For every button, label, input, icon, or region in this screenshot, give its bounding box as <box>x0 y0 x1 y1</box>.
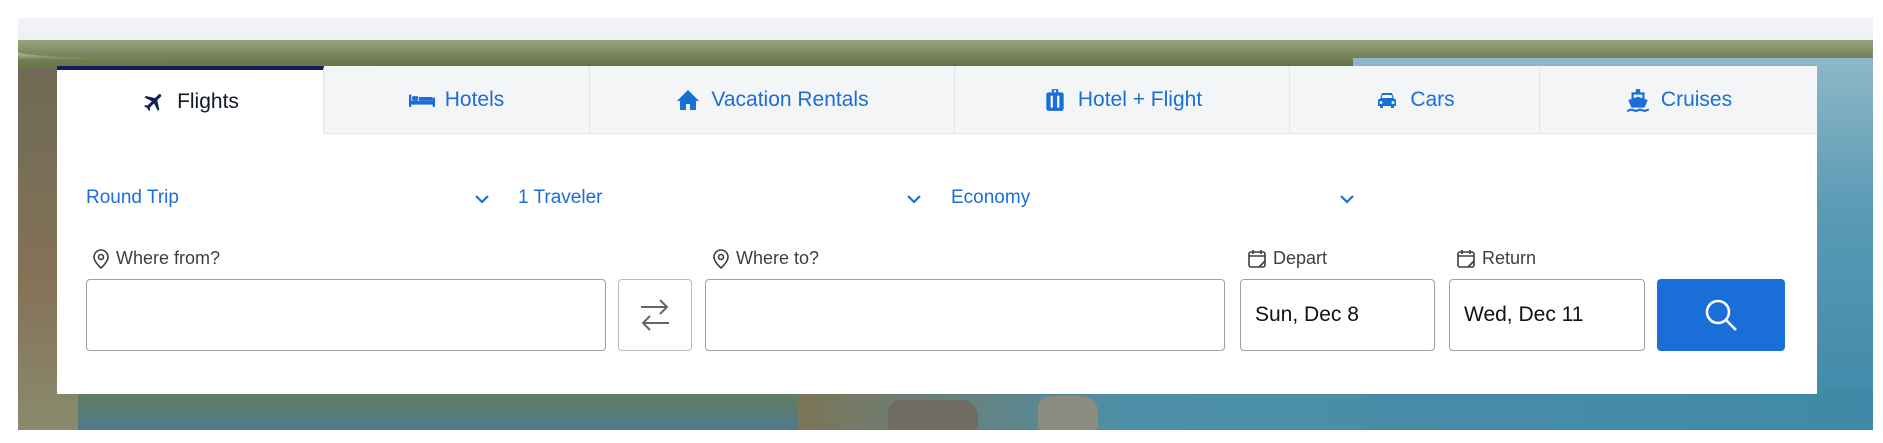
from-label-text: Where from? <box>116 248 221 268</box>
cabin-class-select[interactable]: Economy <box>951 178 1356 218</box>
tab-label: Flights <box>177 90 239 113</box>
trip-type-select[interactable]: Round Trip <box>86 178 491 218</box>
from-label: Where from? <box>92 248 220 269</box>
calendar-icon <box>1248 249 1266 268</box>
tab-label: Hotel + Flight <box>1077 87 1203 111</box>
return-label: Return <box>1456 248 1536 269</box>
search-icon <box>1705 299 1737 331</box>
tab-cruises[interactable]: Cruises <box>1540 66 1817 133</box>
tab-label: Cruises <box>1660 87 1733 111</box>
tab-hotel-flight[interactable]: Hotel + Flight <box>955 66 1290 133</box>
calendar-icon <box>1457 249 1475 268</box>
luggage-icon <box>1042 88 1068 112</box>
product-tabs: Flights Hotels Vacation Rentals Hotel + … <box>57 66 1817 134</box>
swap-locations-button[interactable] <box>618 279 692 351</box>
return-date-value: Wed, Dec 11 <box>1464 303 1584 326</box>
bed-icon <box>408 88 435 112</box>
airplane-icon <box>141 90 167 114</box>
tab-vacation-rentals[interactable]: Vacation Rentals <box>590 66 955 133</box>
return-label-text: Return <box>1482 248 1537 268</box>
tab-cars[interactable]: Cars <box>1290 66 1540 133</box>
tab-label: Cars <box>1410 87 1455 111</box>
search-button[interactable] <box>1657 279 1785 351</box>
tab-label: Hotels <box>444 87 505 111</box>
rock <box>888 400 978 430</box>
chevron-down-icon <box>907 195 921 204</box>
location-pin-icon <box>713 248 729 269</box>
location-pin-icon <box>93 248 109 269</box>
car-icon <box>1374 88 1400 112</box>
depart-label: Depart <box>1247 248 1327 269</box>
trip-type-value: Round Trip <box>86 187 179 208</box>
depart-date-field[interactable]: Sun, Dec 8 <box>1240 279 1435 351</box>
rock <box>1038 396 1098 430</box>
cabin-class-value: Economy <box>951 187 1031 208</box>
chevron-down-icon <box>1340 195 1354 204</box>
tab-hotels[interactable]: Hotels <box>324 66 590 133</box>
ship-icon <box>1625 88 1651 112</box>
travelers-value: 1 Traveler <box>518 187 603 208</box>
flight-search-panel: Flights Hotels Vacation Rentals Hotel + … <box>57 66 1817 394</box>
to-label: Where to? <box>712 248 819 269</box>
depart-label-text: Depart <box>1273 248 1328 268</box>
swap-arrows-icon <box>641 299 669 331</box>
chevron-down-icon <box>475 195 489 204</box>
travelers-select[interactable]: 1 Traveler <box>518 178 923 218</box>
to-input[interactable] <box>705 279 1225 351</box>
tab-flights[interactable]: Flights <box>57 66 324 134</box>
depart-date-value: Sun, Dec 8 <box>1255 303 1359 326</box>
from-input[interactable] <box>86 279 606 351</box>
tab-label: Vacation Rentals <box>711 87 869 111</box>
return-date-field[interactable]: Wed, Dec 11 <box>1449 279 1645 351</box>
to-label-text: Where to? <box>736 248 820 268</box>
house-icon <box>675 88 701 112</box>
trip-options: Round Trip 1 Traveler Economy <box>57 178 1817 218</box>
